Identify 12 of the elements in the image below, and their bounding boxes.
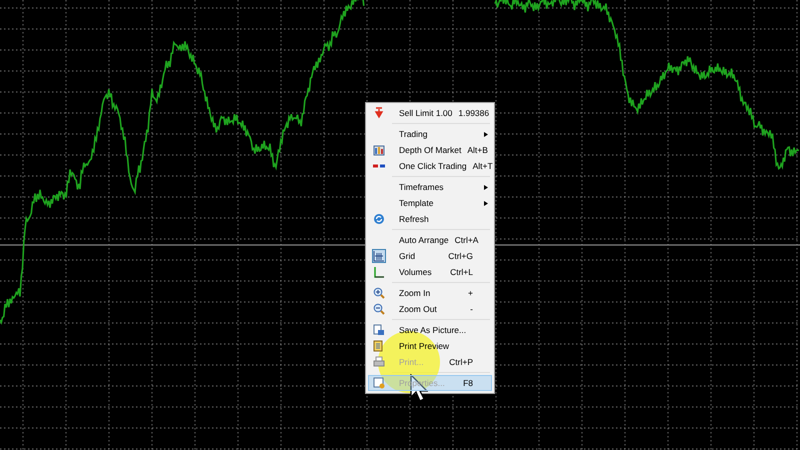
menu-item[interactable]: Zoom In + bbox=[368, 285, 492, 301]
menu-item[interactable]: Auto Arrange Ctrl+A bbox=[368, 232, 492, 248]
menu-item[interactable]: One Click Trading Alt+T bbox=[368, 158, 492, 174]
menu-item[interactable]: Volumes Ctrl+L bbox=[368, 264, 492, 280]
menu-item[interactable]: Timeframes bbox=[368, 179, 492, 195]
menu-item[interactable]: Trading bbox=[368, 126, 492, 142]
menu-item[interactable]: Template bbox=[368, 195, 492, 211]
menu-item[interactable]: Grid Ctrl+G bbox=[368, 248, 492, 264]
menu-item[interactable]: Sell Limit 1.00 1.99386 bbox=[368, 105, 492, 121]
menu-item[interactable]: Depth Of Market Alt+B bbox=[368, 142, 492, 158]
menu-item[interactable]: Zoom Out - bbox=[368, 301, 492, 317]
menu-item[interactable]: Refresh bbox=[368, 211, 492, 227]
